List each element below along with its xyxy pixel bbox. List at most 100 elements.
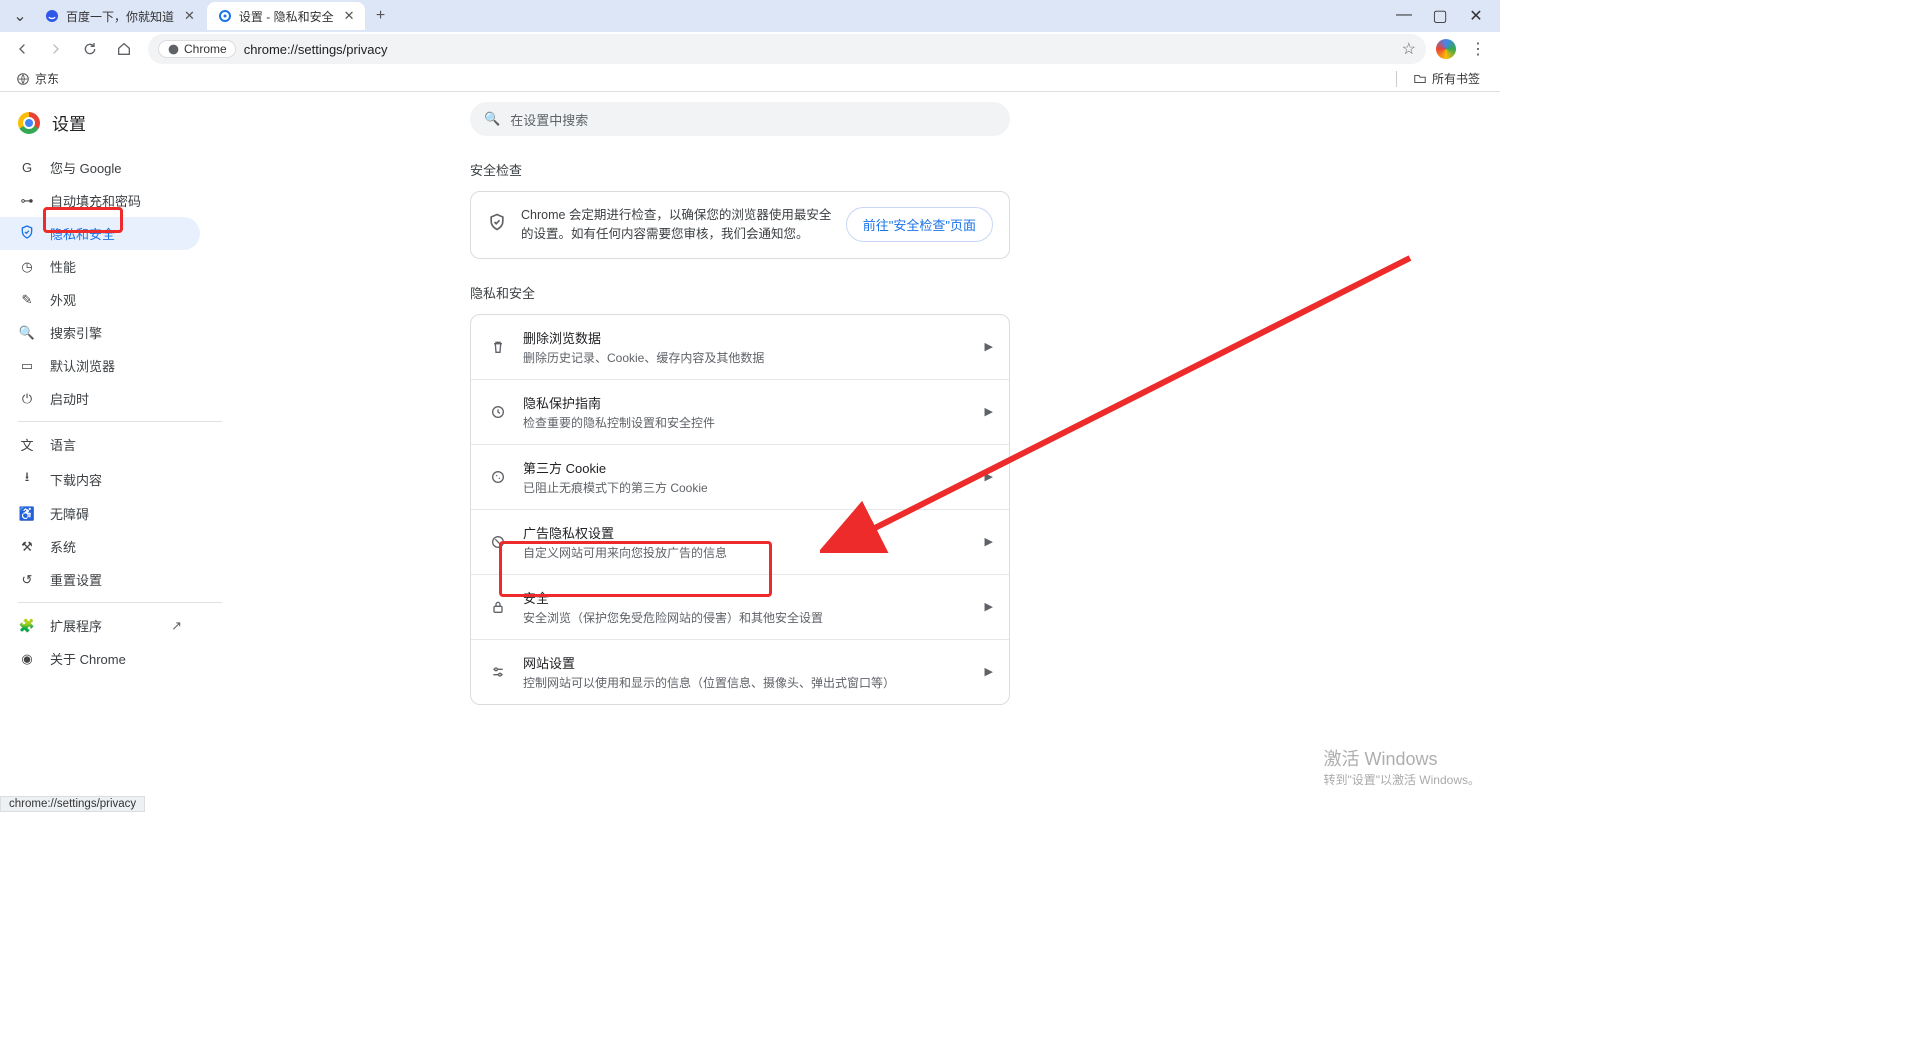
reload-button[interactable]	[76, 35, 104, 63]
row-privacy-guide[interactable]: 隐私保护指南检查重要的隐私控制设置和安全控件 ▶	[471, 379, 1009, 444]
separator	[18, 421, 222, 422]
system-icon: ⚒	[18, 539, 36, 555]
sidebar-item-on-startup[interactable]: ⏻ 启动时	[0, 382, 200, 415]
sidebar-item-languages[interactable]: 文语言	[0, 428, 200, 461]
chrome-icon: ◉	[18, 651, 36, 667]
shield-check-icon	[487, 212, 507, 237]
row-third-party-cookies[interactable]: 第三方 Cookie已阻止无痕模式下的第三方 Cookie ▶	[471, 444, 1009, 509]
key-icon: ⊶	[18, 193, 36, 209]
sidebar-item-system[interactable]: ⚒系统	[0, 530, 200, 563]
safety-check-card: Chrome 会定期进行检查，以确保您的浏览器使用最安全的设置。如有任何内容需要…	[470, 191, 1010, 259]
sidebar-item-extensions[interactable]: 🧩 扩展程序 ↗	[0, 609, 200, 642]
sidebar-item-autofill[interactable]: ⊶ 自动填充和密码	[0, 184, 200, 217]
sidebar-item-label: 自动填充和密码	[50, 191, 141, 210]
google-icon: G	[18, 160, 36, 175]
row-title: 安全	[523, 588, 971, 607]
watermark-line2: 转到"设置"以激活 Windows。	[1323, 771, 1480, 788]
tab-title: 设置 - 隐私和安全	[239, 8, 334, 25]
new-tab-button[interactable]: +	[367, 2, 395, 30]
search-icon: 🔍	[484, 111, 500, 127]
power-icon: ⏻	[18, 391, 36, 407]
lock-icon	[487, 599, 509, 615]
minimize-button[interactable]: —	[1394, 6, 1414, 26]
settings-brand: 设置	[0, 98, 240, 151]
speedometer-icon: ◷	[18, 259, 36, 275]
bookmark-jd[interactable]: 京东	[10, 68, 65, 89]
close-tab-icon[interactable]: ✕	[184, 8, 195, 24]
sidebar-item-about[interactable]: ◉关于 Chrome	[0, 642, 200, 675]
forward-button[interactable]	[42, 35, 70, 63]
chrome-logo-icon	[18, 112, 40, 134]
row-ad-privacy[interactable]: 广告隐私权设置自定义网站可用来向您投放广告的信息 ▶	[471, 509, 1009, 574]
sidebar-item-label: 扩展程序	[50, 616, 102, 635]
divider	[1396, 71, 1397, 87]
accessibility-icon: ♿	[18, 506, 36, 522]
menu-button[interactable]: ⋮	[1464, 35, 1492, 63]
profile-avatar[interactable]	[1436, 39, 1456, 59]
sidebar-item-downloads[interactable]: ⭳ 下载内容	[0, 461, 200, 497]
sliders-icon	[487, 664, 509, 680]
status-bar: chrome://settings/privacy	[0, 796, 145, 812]
all-bookmarks-label: 所有书签	[1432, 70, 1480, 87]
safety-check-text: Chrome 会定期进行检查，以确保您的浏览器使用最安全的设置。如有任何内容需要…	[521, 206, 832, 244]
sidebar-item-default-browser[interactable]: ▭默认浏览器	[0, 349, 200, 382]
row-title: 广告隐私权设置	[523, 523, 971, 542]
section-title-safety-check: 安全检查	[470, 160, 1010, 179]
row-sub: 已阻止无痕模式下的第三方 Cookie	[523, 479, 971, 496]
chevron-right-icon: ▶	[985, 665, 993, 678]
tab-strip: ⌄ 百度一下，你就知道 ✕ 设置 - 隐私和安全 ✕ + — ▢ ✕	[0, 0, 1500, 32]
home-button[interactable]	[110, 35, 138, 63]
extension-icon: 🧩	[18, 618, 36, 634]
settings-favicon	[217, 8, 233, 24]
chevron-right-icon: ▶	[985, 600, 993, 613]
download-icon: ⭳	[18, 468, 36, 490]
go-to-safety-check-button[interactable]: 前往"安全检查"页面	[846, 207, 993, 242]
row-site-settings[interactable]: 网站设置控制网站可以使用和显示的信息（位置信息、摄像头、弹出式窗口等） ▶	[471, 639, 1009, 704]
close-tab-icon[interactable]: ✕	[344, 8, 355, 24]
browser-tab-settings[interactable]: 设置 - 隐私和安全 ✕	[207, 2, 365, 30]
baidu-favicon	[44, 8, 60, 24]
bookmark-star-icon[interactable]: ☆	[1402, 39, 1416, 59]
chip-label: Chrome	[184, 42, 227, 56]
sidebar-item-appearance[interactable]: ✎ 外观	[0, 283, 200, 316]
row-security[interactable]: 安全安全浏览（保护您免受危险网站的侵害）和其他安全设置 ▶	[471, 574, 1009, 639]
open-external-icon: ↗	[171, 618, 182, 634]
row-clear-browsing-data[interactable]: 删除浏览数据删除历史记录、Cookie、缓存内容及其他数据 ▶	[471, 315, 1009, 379]
browser-tab-baidu[interactable]: 百度一下，你就知道 ✕	[34, 2, 205, 30]
sidebar-item-search-engine[interactable]: 🔍搜索引擎	[0, 316, 200, 349]
sidebar-item-label: 下载内容	[50, 470, 102, 489]
privacy-card: 删除浏览数据删除历史记录、Cookie、缓存内容及其他数据 ▶ 隐私保护指南检查…	[470, 314, 1010, 705]
bookmark-label: 京东	[35, 70, 59, 87]
sidebar-item-label: 性能	[50, 257, 76, 276]
shield-icon	[18, 224, 36, 243]
toolbar: Chrome chrome://settings/privacy ☆ ⋮	[0, 32, 1500, 66]
reset-icon: ↺	[18, 572, 36, 588]
close-window-button[interactable]: ✕	[1466, 6, 1486, 26]
address-bar[interactable]: Chrome chrome://settings/privacy ☆	[148, 34, 1426, 64]
tab-search-dropdown[interactable]: ⌄	[6, 4, 34, 28]
sidebar-item-label: 启动时	[50, 389, 89, 408]
cookie-icon	[487, 469, 509, 485]
sidebar-item-performance[interactable]: ◷ 性能	[0, 250, 200, 283]
row-sub: 删除历史记录、Cookie、缓存内容及其他数据	[523, 349, 971, 366]
sidebar-item-privacy[interactable]: 隐私和安全	[0, 217, 200, 250]
sidebar-item-label: 搜索引擎	[50, 323, 102, 342]
maximize-button[interactable]: ▢	[1430, 6, 1450, 26]
row-title: 网站设置	[523, 653, 971, 672]
back-button[interactable]	[8, 35, 36, 63]
trash-icon	[487, 339, 509, 355]
all-bookmarks-button[interactable]: 所有书签	[1407, 68, 1486, 89]
palette-icon: ✎	[18, 292, 36, 308]
tab-title: 百度一下，你就知道	[66, 8, 174, 25]
sidebar-item-label: 外观	[50, 290, 76, 309]
row-title: 第三方 Cookie	[523, 458, 971, 477]
window-controls: — ▢ ✕	[1394, 6, 1500, 26]
sidebar-item-accessibility[interactable]: ♿无障碍	[0, 497, 200, 530]
site-chip[interactable]: Chrome	[158, 40, 236, 58]
guide-icon	[487, 404, 509, 420]
ad-icon	[487, 534, 509, 550]
settings-search-input[interactable]: 🔍 在设置中搜索	[470, 102, 1010, 136]
sidebar-item-you-and-google[interactable]: G您与 Google	[0, 151, 200, 184]
row-sub: 检查重要的隐私控制设置和安全控件	[523, 414, 971, 431]
sidebar-item-reset[interactable]: ↺重置设置	[0, 563, 200, 596]
